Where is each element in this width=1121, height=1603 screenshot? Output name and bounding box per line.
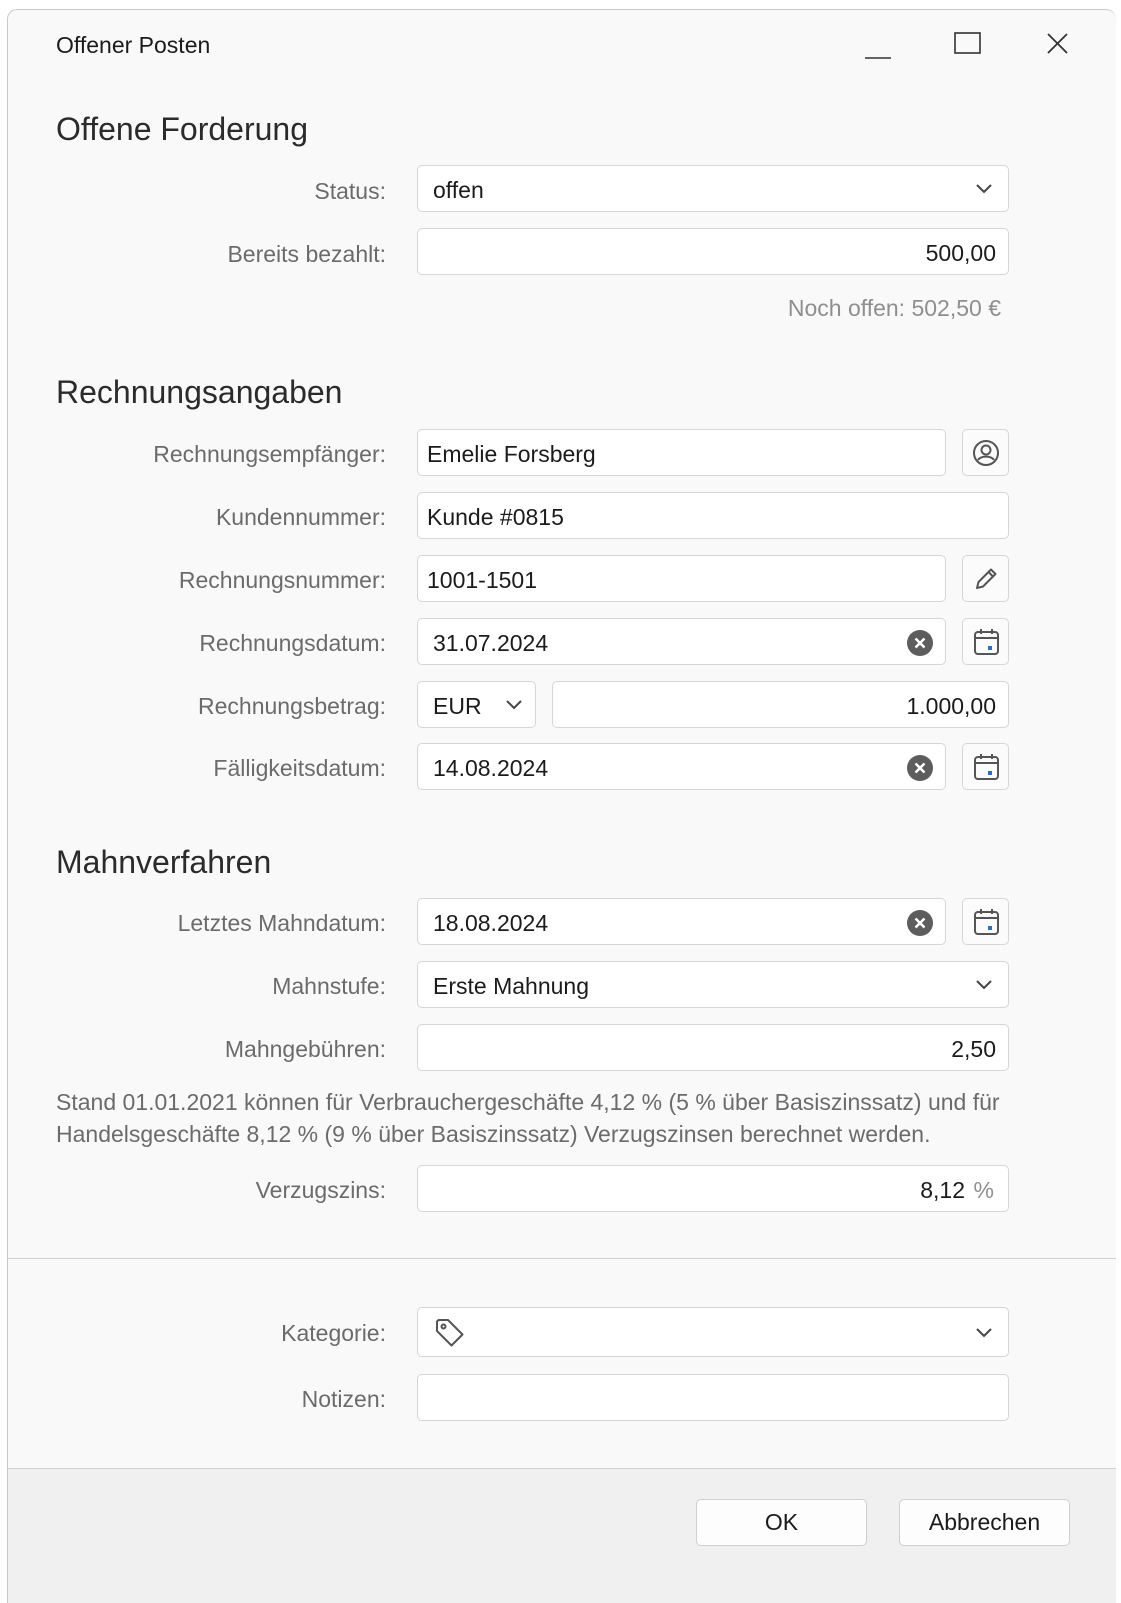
dunning-fees-input[interactable]: 2,50 [417,1024,1009,1071]
clear-icon[interactable] [906,629,934,657]
notes-input[interactable] [417,1374,1009,1421]
dunning-level-label: Mahnstufe: [272,973,386,999]
customer-input[interactable]: Kunde #0815 [417,492,1009,539]
chevron-down-icon [976,1328,992,1338]
pencil-icon [976,568,997,589]
due-date-input[interactable]: 14.08.2024 [417,743,946,790]
invoice-number-label: Rechnungsnummer: [178,567,386,593]
tag-icon [436,1319,464,1347]
interest-info-text: Stand 01.01.2021 können für Verbraucherg… [56,1089,1000,1147]
minimize-button[interactable] [853,25,903,65]
paid-label: Bereits bezahlt: [227,241,386,267]
maximize-button[interactable] [943,25,993,65]
interest-unit: % [973,1177,994,1203]
dunning-level-value: Erste Mahnung [433,973,589,999]
due-date-value: 14.08.2024 [433,755,549,781]
ok-button[interactable]: OK [696,1499,867,1546]
section-divider [8,1258,1116,1259]
calendar-icon [974,909,999,935]
paid-input[interactable]: 500,00 [417,228,1009,275]
close-button[interactable] [1033,25,1083,65]
category-select[interactable] [417,1307,1009,1357]
customer-label: Kundennummer: [215,504,386,530]
status-value: offen [433,177,484,203]
interest-input[interactable]: 8,12 % [417,1165,1009,1212]
dunning-fees-label: Mahngebühren: [224,1036,386,1062]
interest-value: 8,12 [920,1177,965,1203]
customer-value: Kunde #0815 [427,504,564,530]
calendar-icon [974,629,999,655]
dialog-footer: OK Abbrechen [8,1468,1116,1603]
last-dunning-calendar-button[interactable] [962,898,1009,945]
dunning-fees-value: 2,50 [951,1036,996,1062]
status-label: Status: [314,178,386,204]
contact-icon [973,440,999,466]
recipient-label: Rechnungsempfänger: [153,441,386,467]
window-title: Offener Posten [56,32,211,58]
chevron-down-icon [506,700,522,710]
dunning-level-select[interactable]: Erste Mahnung [417,961,1009,1008]
last-dunning-label: Letztes Mahndatum: [177,910,386,936]
section-title-mahn: Mahnverfahren [56,844,272,880]
section-title-rechnung: Rechnungsangaben [56,374,343,410]
invoice-amount-value: 1.000,00 [906,693,996,719]
recipient-value: Emelie Forsberg [427,441,596,467]
last-dunning-value: 18.08.2024 [433,910,549,936]
close-icon [1047,33,1068,54]
invoice-date-value: 31.07.2024 [433,630,549,656]
invoice-date-input[interactable]: 31.07.2024 [417,618,946,665]
chevron-down-icon [976,184,992,194]
category-label: Kategorie: [281,1320,386,1346]
cancel-button[interactable]: Abbrechen [899,1499,1070,1546]
clear-icon[interactable] [906,909,934,937]
last-dunning-input[interactable]: 18.08.2024 [417,898,946,945]
edit-number-button[interactable] [962,555,1009,602]
chevron-down-icon [976,980,992,990]
contact-button[interactable] [962,429,1009,476]
invoice-date-calendar-button[interactable] [962,618,1009,665]
maximize-icon [954,32,981,54]
paid-value: 500,00 [925,240,996,266]
status-select[interactable]: offen [417,165,1009,212]
invoice-number-input[interactable]: 1001-1501 [417,555,946,602]
clear-icon[interactable] [906,754,934,782]
minimize-icon [865,57,891,59]
currency-value: EUR [433,693,482,719]
remaining-hint: Noch offen: 502,50 € [787,295,1001,321]
interest-label: Verzugszins: [255,1177,386,1203]
invoice-amount-label: Rechnungsbetrag: [198,693,386,719]
invoice-number-value: 1001-1501 [427,567,537,593]
notes-label: Notizen: [301,1386,386,1412]
calendar-icon [974,754,999,780]
currency-select[interactable]: EUR [417,681,536,728]
invoice-amount-input[interactable]: 1.000,00 [552,681,1009,728]
section-title-forderung: Offene Forderung [56,111,309,147]
title-bar: Offener Posten [8,10,1116,80]
due-date-calendar-button[interactable] [962,743,1009,790]
due-date-label: Fälligkeitsdatum: [213,755,386,781]
invoice-date-label: Rechnungsdatum: [199,630,386,656]
recipient-input[interactable]: Emelie Forsberg [417,429,946,476]
dialog-window: Offener Posten Offene Forderung Status: … [7,9,1116,1603]
